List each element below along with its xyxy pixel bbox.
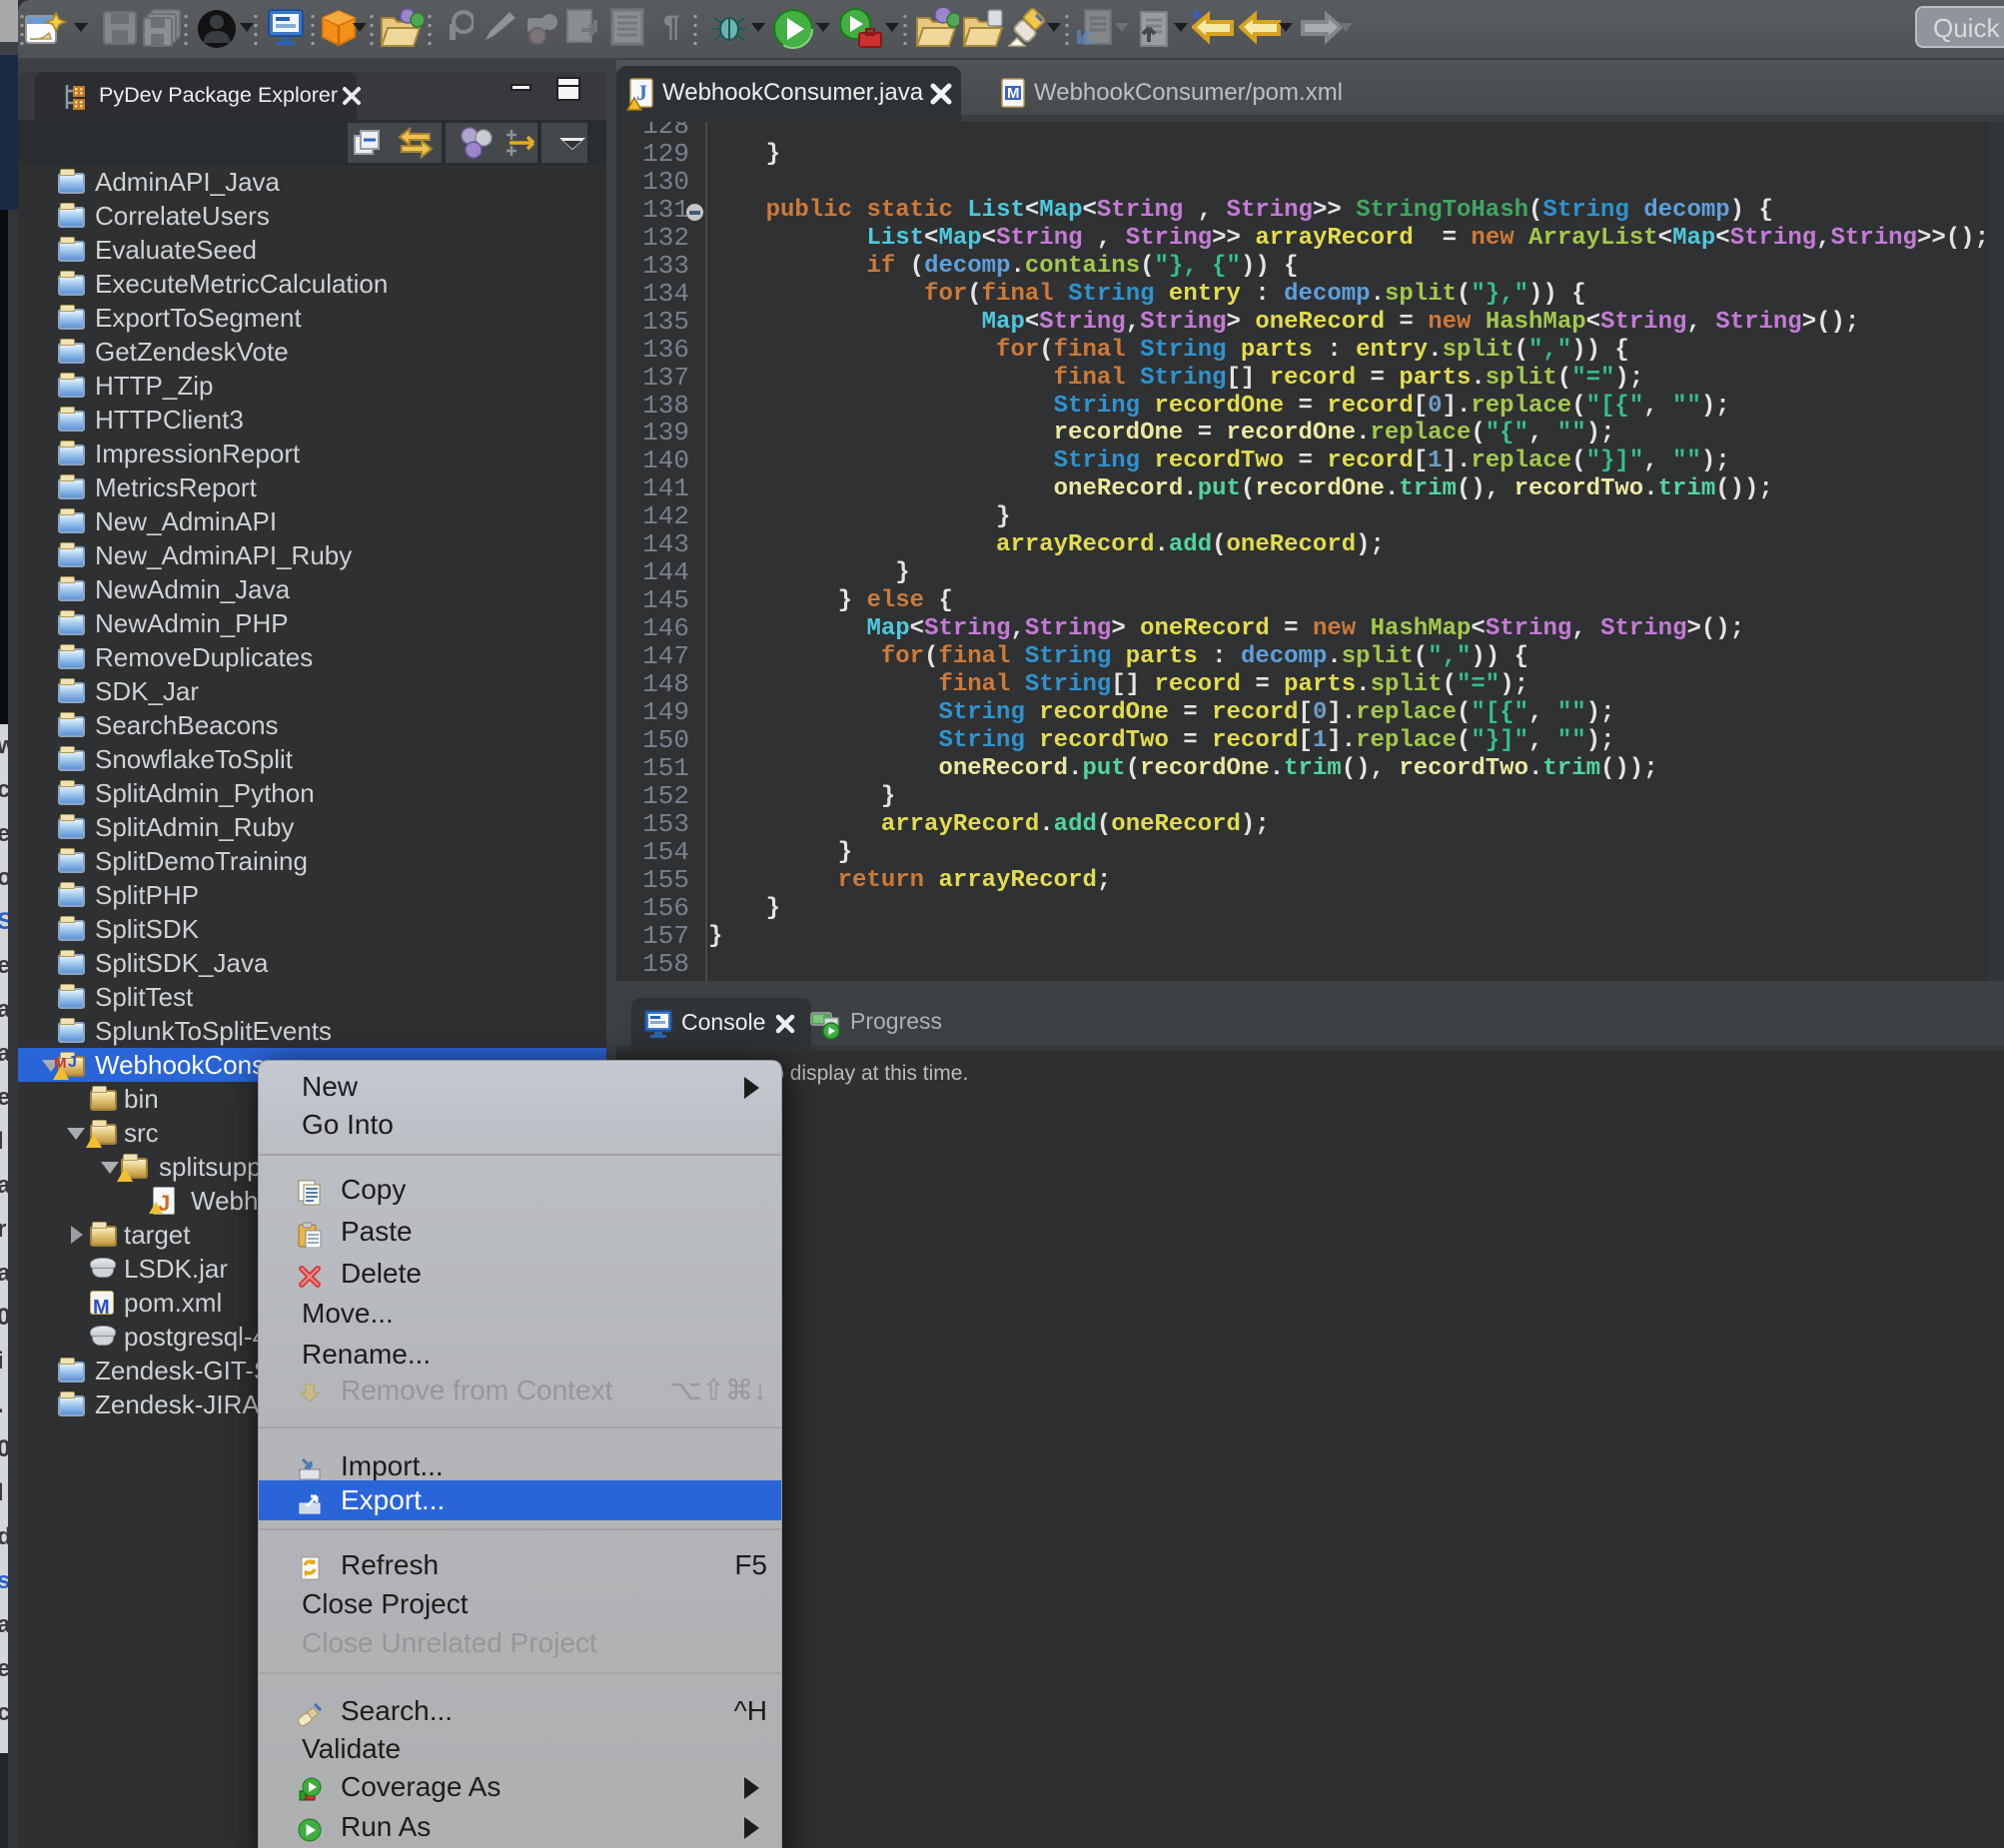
svg-text:M: M	[1007, 85, 1020, 102]
svg-text:J: J	[636, 80, 647, 105]
svg-text:*: *	[1192, 10, 1202, 32]
